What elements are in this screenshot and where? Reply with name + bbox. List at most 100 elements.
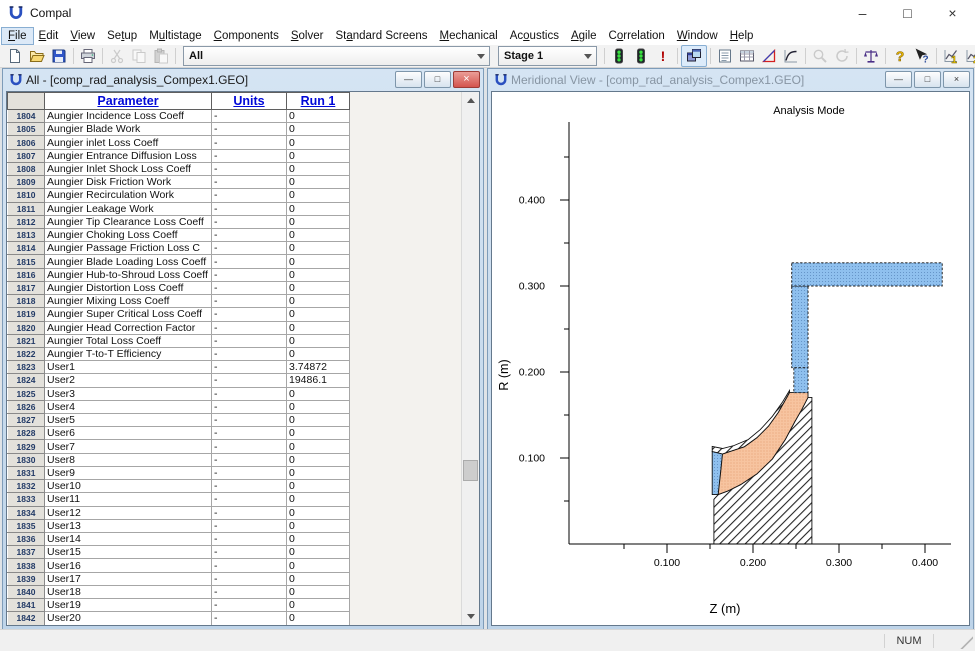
row-number-button[interactable]: 1813	[8, 228, 45, 241]
row-number-button[interactable]: 1835	[8, 519, 45, 532]
cell-run1[interactable]: 0	[287, 414, 350, 427]
parameter-window-title-bar[interactable]: All - [comp_rad_analysis_Compex1.GEO] — …	[3, 69, 483, 90]
row-number-button[interactable]: 1808	[8, 162, 45, 175]
row-number-button[interactable]: 1834	[8, 506, 45, 519]
row-number-button[interactable]: 1810	[8, 189, 45, 202]
resize-grip[interactable]	[960, 636, 973, 649]
stage-combobox[interactable]: Stage 1	[498, 46, 597, 66]
cell-run1[interactable]: 0	[287, 546, 350, 559]
cell-run1[interactable]: 0	[287, 347, 350, 360]
row-number-button[interactable]: 1823	[8, 361, 45, 374]
run-all-icon[interactable]	[630, 46, 652, 66]
cell-run1[interactable]: 0	[287, 519, 350, 532]
menu-view[interactable]: View	[64, 28, 101, 44]
data-list-icon[interactable]	[714, 46, 736, 66]
menu-components[interactable]: Components	[208, 28, 285, 44]
stop-icon[interactable]: !	[652, 46, 674, 66]
cell-run1[interactable]: 0	[287, 110, 350, 123]
row-number-button[interactable]: 1829	[8, 440, 45, 453]
child-restore-button[interactable]: □	[424, 71, 451, 88]
cell-run1[interactable]: 0	[287, 572, 350, 585]
context-help-icon[interactable]: ?	[911, 46, 933, 66]
menu-standard-screens[interactable]: Standard Screens	[329, 28, 433, 44]
menu-help[interactable]: Help	[724, 28, 760, 44]
cell-run1[interactable]: 0	[287, 189, 350, 202]
menu-solver[interactable]: Solver	[285, 28, 330, 44]
child-minimize-button[interactable]: —	[885, 71, 912, 88]
cell-run1[interactable]: 0	[287, 255, 350, 268]
row-number-button[interactable]: 1804	[8, 110, 45, 123]
child-close-button[interactable]: ×	[453, 71, 480, 88]
scroll-down-button[interactable]	[462, 609, 479, 625]
menu-correlation[interactable]: Correlation	[603, 28, 671, 44]
menu-agile[interactable]: Agile	[565, 28, 603, 44]
cell-run1[interactable]: 0	[287, 533, 350, 546]
cell-run1[interactable]: 0	[287, 308, 350, 321]
menu-mechanical[interactable]: Mechanical	[434, 28, 504, 44]
maximize-button[interactable]: □	[885, 0, 930, 26]
row-number-button[interactable]: 1818	[8, 295, 45, 308]
cell-run1[interactable]: 0	[287, 612, 350, 625]
cell-run1[interactable]: 0	[287, 176, 350, 189]
row-number-button[interactable]: 1811	[8, 202, 45, 215]
cell-run1[interactable]: 0	[287, 480, 350, 493]
cell-run1[interactable]: 0	[287, 440, 350, 453]
cell-run1[interactable]: 0	[287, 466, 350, 479]
child-minimize-button[interactable]: —	[395, 71, 422, 88]
cell-run1[interactable]: 0	[287, 215, 350, 228]
row-number-button[interactable]: 1828	[8, 427, 45, 440]
cell-run1[interactable]: 0	[287, 281, 350, 294]
row-number-button[interactable]: 1840	[8, 585, 45, 598]
cell-run1[interactable]: 0	[287, 493, 350, 506]
row-number-button[interactable]: 1831	[8, 466, 45, 479]
menu-acoustics[interactable]: Acoustics	[504, 28, 565, 44]
row-number-button[interactable]: 1819	[8, 308, 45, 321]
row-number-button[interactable]: 1821	[8, 334, 45, 347]
cell-run1[interactable]: 19486.1	[287, 374, 350, 387]
cell-run1[interactable]: 0	[287, 268, 350, 281]
child-restore-button[interactable]: □	[914, 71, 941, 88]
row-number-button[interactable]: 1824	[8, 374, 45, 387]
cell-run1[interactable]: 0	[287, 202, 350, 215]
window-layout-icon[interactable]	[681, 45, 707, 67]
row-number-button[interactable]: 1826	[8, 400, 45, 413]
cell-run1[interactable]: 0	[287, 295, 350, 308]
menu-setup[interactable]: Setup	[101, 28, 143, 44]
balance-icon[interactable]	[860, 46, 882, 66]
row-number-button[interactable]: 1837	[8, 546, 45, 559]
cell-run1[interactable]: 0	[287, 242, 350, 255]
child-close-button[interactable]: ×	[943, 71, 970, 88]
cell-run1[interactable]: 0	[287, 149, 350, 162]
row-number-button[interactable]: 1838	[8, 559, 45, 572]
close-button[interactable]: ×	[930, 0, 975, 26]
row-number-button[interactable]: 1814	[8, 242, 45, 255]
cell-run1[interactable]: 0	[287, 162, 350, 175]
scroll-up-button[interactable]	[462, 92, 479, 108]
row-number-button[interactable]: 1841	[8, 599, 45, 612]
row-number-button[interactable]: 1806	[8, 136, 45, 149]
cell-run1[interactable]: 0	[287, 228, 350, 241]
cell-run1[interactable]: 0	[287, 427, 350, 440]
save-file-icon[interactable]	[48, 46, 70, 66]
menu-multistage[interactable]: Multistage	[143, 28, 207, 44]
open-file-icon[interactable]	[26, 46, 48, 66]
vertical-scrollbar[interactable]	[461, 92, 479, 625]
row-number-button[interactable]: 1827	[8, 414, 45, 427]
row-number-button[interactable]: 1836	[8, 533, 45, 546]
cell-run1[interactable]: 0	[287, 599, 350, 612]
cell-run1[interactable]: 0	[287, 559, 350, 572]
row-number-button[interactable]: 1822	[8, 347, 45, 360]
minimize-button[interactable]: –	[840, 0, 885, 26]
performance-map-icon[interactable]	[780, 46, 802, 66]
cell-run1[interactable]: 0	[287, 585, 350, 598]
row-number-button[interactable]: 1809	[8, 176, 45, 189]
row-number-button[interactable]: 1833	[8, 493, 45, 506]
help-icon[interactable]: ?	[889, 46, 911, 66]
cell-run1[interactable]: 0	[287, 400, 350, 413]
menu-file[interactable]: File	[2, 28, 33, 44]
row-number-button[interactable]: 1839	[8, 572, 45, 585]
cell-run1[interactable]: 0	[287, 506, 350, 519]
cell-run1[interactable]: 0	[287, 123, 350, 136]
row-number-button[interactable]: 1816	[8, 268, 45, 281]
graph-1-icon[interactable]: 1	[940, 46, 962, 66]
